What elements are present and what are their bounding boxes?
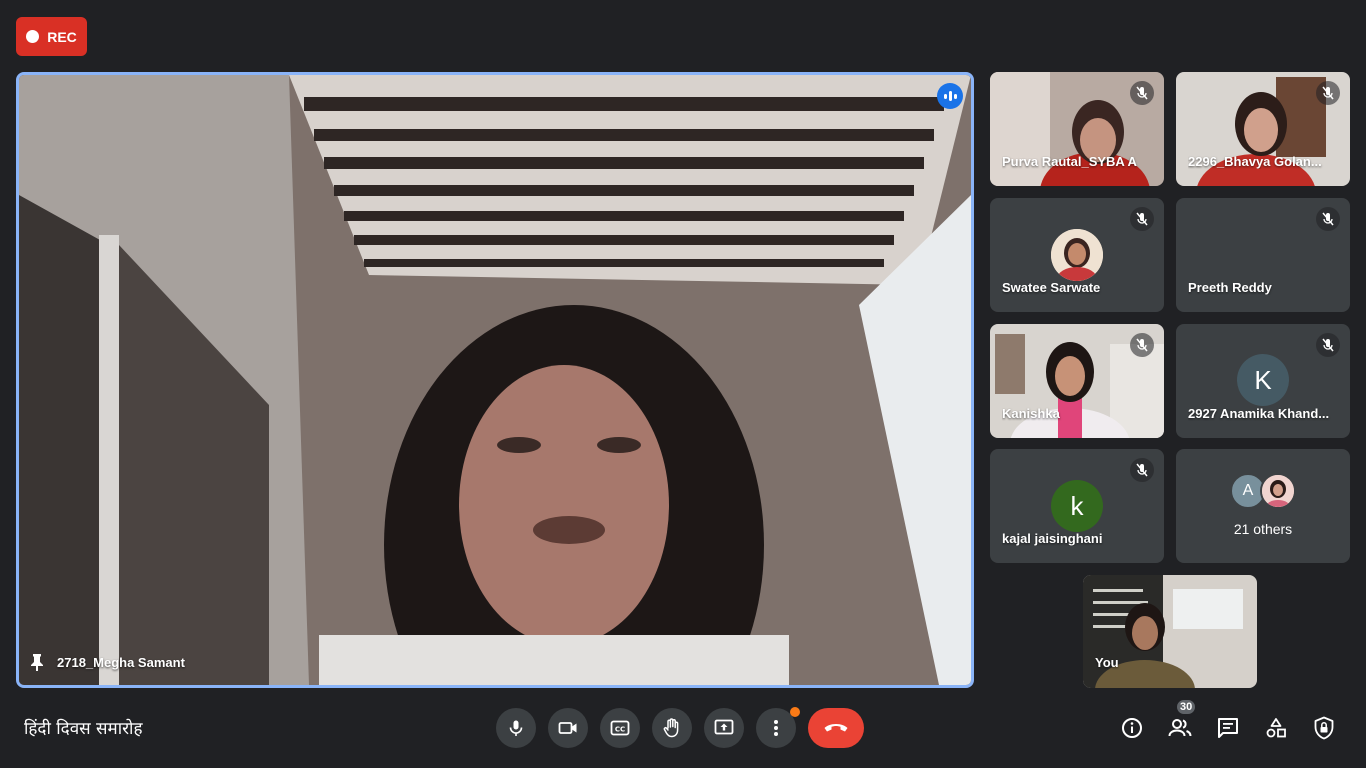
host-controls-button[interactable]	[1308, 712, 1340, 744]
mic-off-icon	[1316, 333, 1340, 357]
host-controls-icon	[1314, 716, 1334, 740]
camera-icon	[558, 722, 577, 734]
mic-off-icon	[1130, 333, 1154, 357]
people-icon	[1168, 719, 1192, 737]
main-video-tile[interactable]: 2718_Megha Samant	[16, 72, 974, 688]
mic-off-icon	[1316, 81, 1340, 105]
mic-off-icon	[1130, 81, 1154, 105]
participant-tile[interactable]: K 2927 Anamika Khand...	[1176, 324, 1350, 438]
chat-icon	[1218, 718, 1238, 738]
meeting-title: हिंदी दिवस समारोह	[24, 719, 143, 739]
speaking-indicator-icon	[937, 83, 963, 109]
avatar	[1051, 229, 1103, 281]
call-end-icon	[824, 724, 848, 732]
mic-off-icon	[1316, 207, 1340, 231]
notification-dot	[790, 707, 800, 717]
participant-name: Preeth Reddy	[1188, 280, 1272, 295]
svg-text:CC: CC	[615, 726, 625, 734]
mic-off-icon	[1130, 207, 1154, 231]
avatar	[1260, 473, 1296, 509]
self-tile[interactable]: You	[1083, 575, 1257, 688]
mic-button[interactable]	[496, 708, 536, 748]
mic-icon	[509, 720, 523, 736]
participant-tile[interactable]: Kanishka	[990, 324, 1164, 438]
leave-call-button[interactable]	[808, 708, 864, 748]
participant-tile[interactable]: Swatee Sarwate	[990, 198, 1164, 312]
captions-icon: CC	[610, 720, 630, 736]
activities-icon	[1266, 718, 1286, 738]
chat-button[interactable]	[1212, 712, 1244, 744]
pin-icon[interactable]	[29, 653, 45, 671]
participant-tile[interactable]: Purva Rautal_SYBA A	[990, 72, 1164, 186]
participant-count-badge: 30	[1175, 698, 1198, 716]
people-button[interactable]: 30	[1164, 698, 1198, 744]
self-video	[1083, 575, 1257, 688]
present-button[interactable]	[704, 708, 744, 748]
raise-hand-icon	[663, 718, 679, 738]
participant-name: kajal jaisinghani	[1002, 531, 1103, 546]
camera-button[interactable]	[548, 708, 588, 748]
participant-name: Purva Rautal_SYBA A	[1002, 154, 1137, 169]
participant-name: 2296_Bhavya Golan...	[1188, 154, 1322, 169]
others-avatars: A	[1176, 473, 1350, 509]
avatar: K	[1237, 354, 1289, 406]
others-count-label: 21 others	[1233, 521, 1293, 537]
raise-hand-button[interactable]	[652, 708, 692, 748]
avatar: k	[1051, 480, 1103, 532]
captions-button[interactable]: CC	[600, 708, 640, 748]
meeting-details-button[interactable]	[1116, 712, 1148, 744]
participant-name: Swatee Sarwate	[1002, 280, 1101, 295]
more-vert-icon	[774, 720, 778, 736]
activities-button[interactable]	[1260, 712, 1292, 744]
recording-label: REC	[47, 28, 77, 45]
participant-tile[interactable]: Preeth Reddy	[1176, 198, 1350, 312]
recording-badge: REC	[16, 17, 87, 56]
info-icon	[1122, 718, 1142, 738]
others-tile[interactable]: A 21 others	[1176, 449, 1350, 563]
mic-off-icon	[1130, 458, 1154, 482]
main-video-feed	[19, 75, 971, 685]
record-dot-icon	[26, 30, 40, 43]
participant-name: 2927 Anamika Khand...	[1188, 406, 1330, 421]
present-icon	[714, 719, 734, 735]
main-participant-label: 2718_Megha Samant	[29, 653, 185, 671]
self-name: You	[1095, 655, 1119, 670]
participant-name: Kanishka	[1002, 406, 1060, 421]
main-participant-name: 2718_Megha Samant	[57, 654, 185, 670]
participant-tile[interactable]: 2296_Bhavya Golan...	[1176, 72, 1350, 186]
participant-tile[interactable]: k kajal jaisinghani	[990, 449, 1164, 563]
more-options-button[interactable]	[756, 707, 800, 748]
